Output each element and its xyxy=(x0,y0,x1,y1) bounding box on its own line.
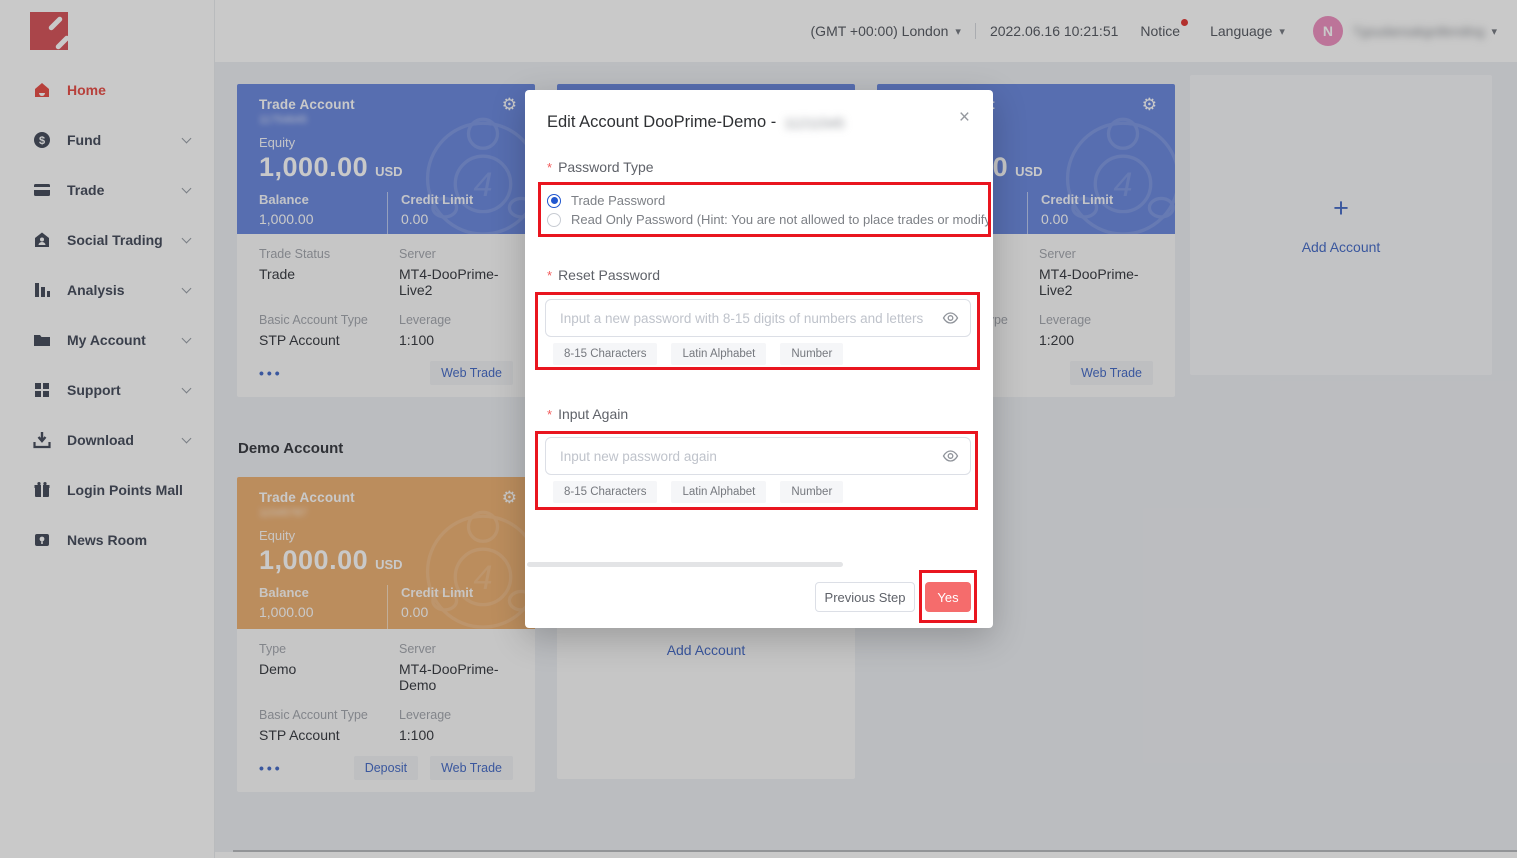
radio-readonly-password[interactable]: Read Only Password (Hint: You are not al… xyxy=(547,210,993,229)
password-type-label: *Password Type xyxy=(547,159,654,175)
rule-tag: Number xyxy=(780,481,843,503)
account-number-blurred: 11211545 xyxy=(784,115,844,131)
password-type-radio-group: Trade Password Read Only Password (Hint:… xyxy=(547,191,993,229)
edit-account-modal: Edit Account DooPrime-Demo - 11211545 × … xyxy=(525,90,993,628)
reset-password-field xyxy=(545,299,971,337)
rule-tag: 8-15 Characters xyxy=(553,481,657,503)
password-rules: 8-15 Characters Latin Alphabet Number xyxy=(553,481,857,503)
app: Home $ Fund Trade Social Trading Analysi… xyxy=(0,0,1517,858)
radio-trade-password[interactable]: Trade Password xyxy=(547,191,993,210)
eye-icon[interactable] xyxy=(942,448,959,464)
input-again-field xyxy=(545,437,971,475)
rule-tag: Latin Alphabet xyxy=(671,481,766,503)
rule-tag: 8-15 Characters xyxy=(553,343,657,365)
reset-password-label: *Reset Password xyxy=(547,267,660,283)
rule-tag: Latin Alphabet xyxy=(671,343,766,365)
horizontal-scrollbar[interactable] xyxy=(527,562,843,567)
eye-icon[interactable] xyxy=(942,310,959,326)
radio-checked-icon xyxy=(547,194,561,208)
input-again-label: *Input Again xyxy=(547,406,628,422)
modal-title: Edit Account DooPrime-Demo - 11211545 xyxy=(547,113,844,132)
input-again-input[interactable] xyxy=(545,437,971,475)
yes-button[interactable]: Yes xyxy=(925,582,971,612)
required-mark: * xyxy=(547,407,552,422)
rule-tag: Number xyxy=(780,343,843,365)
radio-unchecked-icon xyxy=(547,213,561,227)
password-rules: 8-15 Characters Latin Alphabet Number xyxy=(553,343,857,365)
reset-password-input[interactable] xyxy=(545,299,971,337)
previous-step-button[interactable]: Previous Step xyxy=(815,582,915,612)
required-mark: * xyxy=(547,268,552,283)
close-icon[interactable]: × xyxy=(959,108,970,127)
required-mark: * xyxy=(547,160,552,175)
